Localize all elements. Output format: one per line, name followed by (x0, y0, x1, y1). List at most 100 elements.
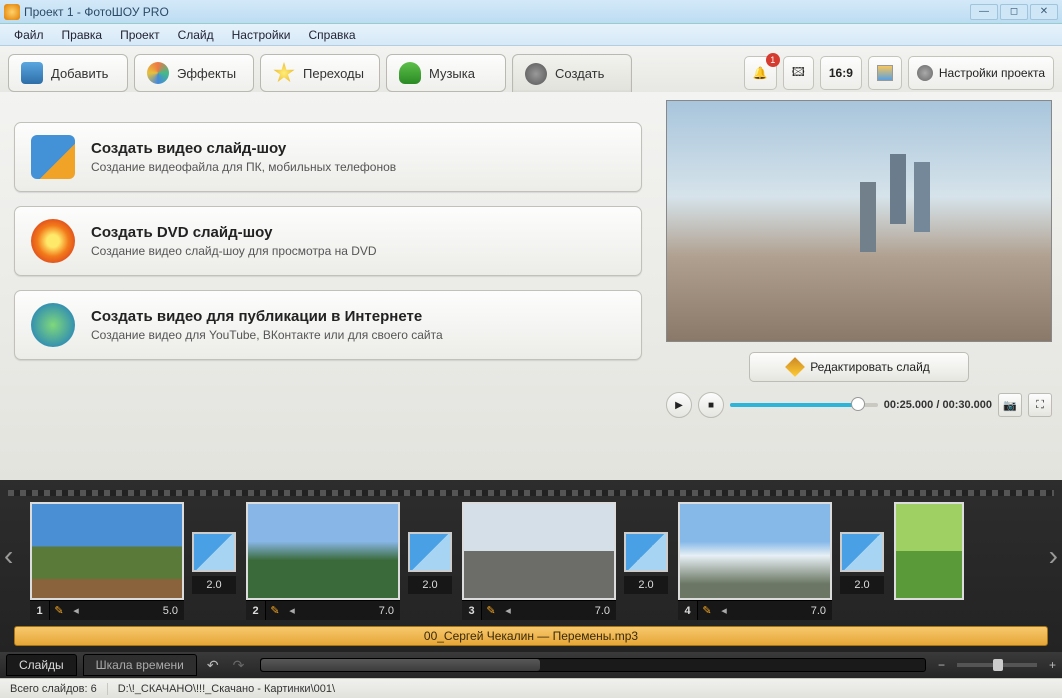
slide-thumbnail[interactable] (30, 502, 184, 600)
menubar: Файл Правка Проект Слайд Настройки Справ… (0, 24, 1062, 46)
main-tabs-row: Добавить Эффекты Переходы Музыка Создать… (0, 46, 1062, 92)
maximize-button[interactable]: ◻ (1000, 4, 1028, 20)
view-slides-tab[interactable]: Слайды (6, 654, 77, 676)
redo-button[interactable]: ↷ (229, 657, 249, 674)
aspect-ratio-button[interactable]: 16:9 (820, 56, 862, 90)
snapshot-button[interactable]: 📷 (998, 393, 1022, 417)
tab-transitions[interactable]: Переходы (260, 54, 380, 92)
slide-item[interactable]: 1✎◂5.0 (30, 502, 184, 620)
notifications-button[interactable]: 🔔1 (744, 56, 777, 90)
close-button[interactable]: ✕ (1030, 4, 1058, 20)
camera-icon (21, 62, 43, 84)
tab-add[interactable]: Добавить (8, 54, 128, 92)
playback-slider[interactable] (730, 403, 878, 407)
window-title: Проект 1 - ФотоШОУ PRO (24, 5, 970, 19)
reel-icon (525, 63, 547, 85)
slide-duration[interactable]: 7.0 (300, 605, 400, 617)
zoom-slider[interactable] (957, 663, 1037, 667)
create-video-button[interactable]: Создать видео слайд-шоуСоздание видеофай… (14, 122, 642, 192)
create-dvd-subtitle: Создание видео слайд-шоу для просмотра н… (91, 244, 377, 258)
photos-icon: 🖾 (792, 63, 805, 84)
slide-menu-icon[interactable]: ◂ (716, 604, 732, 617)
transition-duration[interactable]: 2.0 (192, 576, 236, 594)
edit-slide-button[interactable]: Редактировать слайд (749, 352, 969, 382)
create-panel: Создать видео слайд-шоуСоздание видеофай… (0, 92, 656, 480)
tab-create-label: Создать (555, 66, 604, 81)
slide-number: 4 (678, 601, 698, 621)
slide-edit-icon[interactable]: ✎ (698, 604, 716, 617)
tab-effects-label: Эффекты (177, 66, 236, 81)
transition-duration[interactable]: 2.0 (840, 576, 884, 594)
tab-music-label: Музыка (429, 66, 475, 81)
create-video-subtitle: Создание видеофайла для ПК, мобильных те… (91, 160, 396, 174)
create-web-title: Создать видео для публикации в Интернете (91, 308, 443, 325)
timeline-scrollbar[interactable] (260, 658, 926, 672)
gear-icon (917, 65, 933, 81)
tab-music[interactable]: Музыка (386, 54, 506, 92)
slide-thumbnail[interactable] (462, 502, 616, 600)
slide-item[interactable] (894, 502, 964, 600)
status-slide-count: Всего слайдов: 6 (0, 683, 108, 695)
music-icon (399, 62, 421, 84)
transition-item[interactable]: 2.0 (840, 532, 886, 594)
transition-thumbnail[interactable] (624, 532, 668, 572)
create-web-button[interactable]: Создать видео для публикации в Интернете… (14, 290, 642, 360)
project-settings-label: Настройки проекта (939, 66, 1045, 80)
slider-knob[interactable] (851, 397, 865, 411)
stop-button[interactable]: ■ (698, 392, 724, 418)
transition-thumbnail[interactable] (192, 532, 236, 572)
preview-panel: Редактировать слайд ▶ ■ 00:25.000 / 00:3… (656, 92, 1062, 480)
project-settings-button[interactable]: Настройки проекта (908, 56, 1054, 90)
background-button[interactable] (868, 56, 902, 90)
preview-viewport[interactable] (666, 100, 1052, 342)
slide-menu-icon[interactable]: ◂ (284, 604, 300, 617)
transition-thumbnail[interactable] (408, 532, 452, 572)
titlebar: Проект 1 - ФотоШОУ PRO — ◻ ✕ (0, 0, 1062, 24)
fullscreen-button[interactable]: ⛶ (1028, 393, 1052, 417)
slide-duration[interactable]: 7.0 (516, 605, 616, 617)
create-dvd-button[interactable]: Создать DVD слайд-шоуСоздание видео слай… (14, 206, 642, 276)
timeline-prev-button[interactable]: ‹ (4, 540, 13, 572)
menu-help[interactable]: Справка (300, 26, 363, 44)
slide-item[interactable]: 4✎◂7.0 (678, 502, 832, 620)
play-button[interactable]: ▶ (666, 392, 692, 418)
timeline-next-button[interactable]: › (1049, 540, 1058, 572)
slide-duration[interactable]: 7.0 (732, 605, 832, 617)
audio-track[interactable]: 00_Сергей Чекалин — Перемены.mp3 (14, 626, 1048, 646)
slide-item[interactable]: 2✎◂7.0 (246, 502, 400, 620)
slide-menu-icon[interactable]: ◂ (68, 604, 84, 617)
transition-item[interactable]: 2.0 (408, 532, 454, 594)
view-timeline-tab[interactable]: Шкала времени (83, 654, 197, 676)
dvd-icon (31, 219, 75, 263)
slide-thumbnail[interactable] (678, 502, 832, 600)
slide-number: 1 (30, 601, 50, 621)
slide-item[interactable]: 3✎◂7.0 (462, 502, 616, 620)
menu-settings[interactable]: Настройки (224, 26, 299, 44)
slide-menu-icon[interactable]: ◂ (500, 604, 516, 617)
menu-slide[interactable]: Слайд (170, 26, 222, 44)
slide-thumbnail[interactable] (894, 502, 964, 600)
tab-effects[interactable]: Эффекты (134, 54, 254, 92)
transition-item[interactable]: 2.0 (192, 532, 238, 594)
pencil-icon (785, 357, 805, 377)
menu-file[interactable]: Файл (6, 26, 52, 44)
slide-edit-icon[interactable]: ✎ (50, 604, 68, 617)
transition-duration[interactable]: 2.0 (408, 576, 452, 594)
minimize-button[interactable]: — (970, 4, 998, 20)
slide-thumbnail[interactable] (246, 502, 400, 600)
slide-edit-icon[interactable]: ✎ (266, 604, 284, 617)
transition-item[interactable]: 2.0 (624, 532, 670, 594)
transition-thumbnail[interactable] (840, 532, 884, 572)
undo-button[interactable]: ↶ (203, 657, 223, 674)
audio-track-label: 00_Сергей Чекалин — Перемены.mp3 (424, 629, 638, 643)
tab-create[interactable]: Создать (512, 54, 632, 92)
gallery-button[interactable]: 🖾 (783, 56, 814, 90)
bell-icon: 🔔 (753, 66, 768, 80)
slide-number: 3 (462, 601, 482, 621)
transition-duration[interactable]: 2.0 (624, 576, 668, 594)
slide-duration[interactable]: 5.0 (84, 605, 184, 617)
menu-project[interactable]: Проект (112, 26, 168, 44)
menu-edit[interactable]: Правка (54, 26, 111, 44)
slide-edit-icon[interactable]: ✎ (482, 604, 500, 617)
timeline-panel: ‹ › 1✎◂5.0 2.0 2✎◂7.0 2.0 3✎◂7.0 2.0 4✎◂… (0, 480, 1062, 652)
